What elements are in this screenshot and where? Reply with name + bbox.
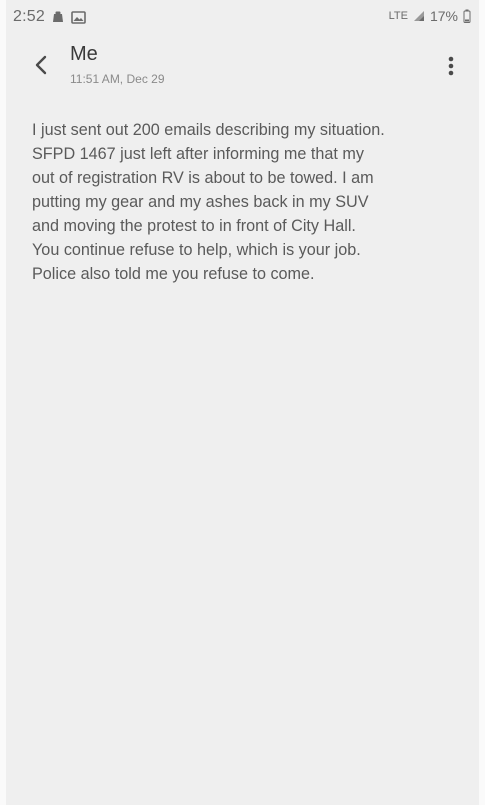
notification-icon (51, 10, 65, 24)
signal-icon (413, 10, 425, 22)
message-timestamp: 11:51 AM, Dec 29 (70, 72, 165, 86)
message-content: I just sent out 200 emails describing my… (32, 118, 462, 286)
image-icon (71, 10, 86, 24)
back-arrow-icon (33, 54, 49, 76)
contact-title: Me (70, 43, 98, 65)
status-time: 2:52 (13, 8, 45, 25)
status-right: LTE 17% (389, 8, 471, 24)
battery-percent: 17% (429, 8, 458, 24)
more-options-icon (448, 55, 454, 77)
conversation-header: Me 11:51 AM, Dec 29 (0, 34, 485, 100)
message-body: I just sent out 200 emails describing my… (32, 121, 385, 283)
screen: 2:52 LTE 17% Me 11:51 AM, Dec 29 I just … (0, 0, 485, 805)
status-bar: 2:52 LTE 17% (0, 0, 485, 34)
back-button[interactable] (26, 50, 56, 80)
status-left: 2:52 (13, 8, 86, 26)
more-options-button[interactable] (441, 51, 461, 81)
network-label: LTE (388, 10, 408, 22)
battery-icon (463, 9, 471, 23)
